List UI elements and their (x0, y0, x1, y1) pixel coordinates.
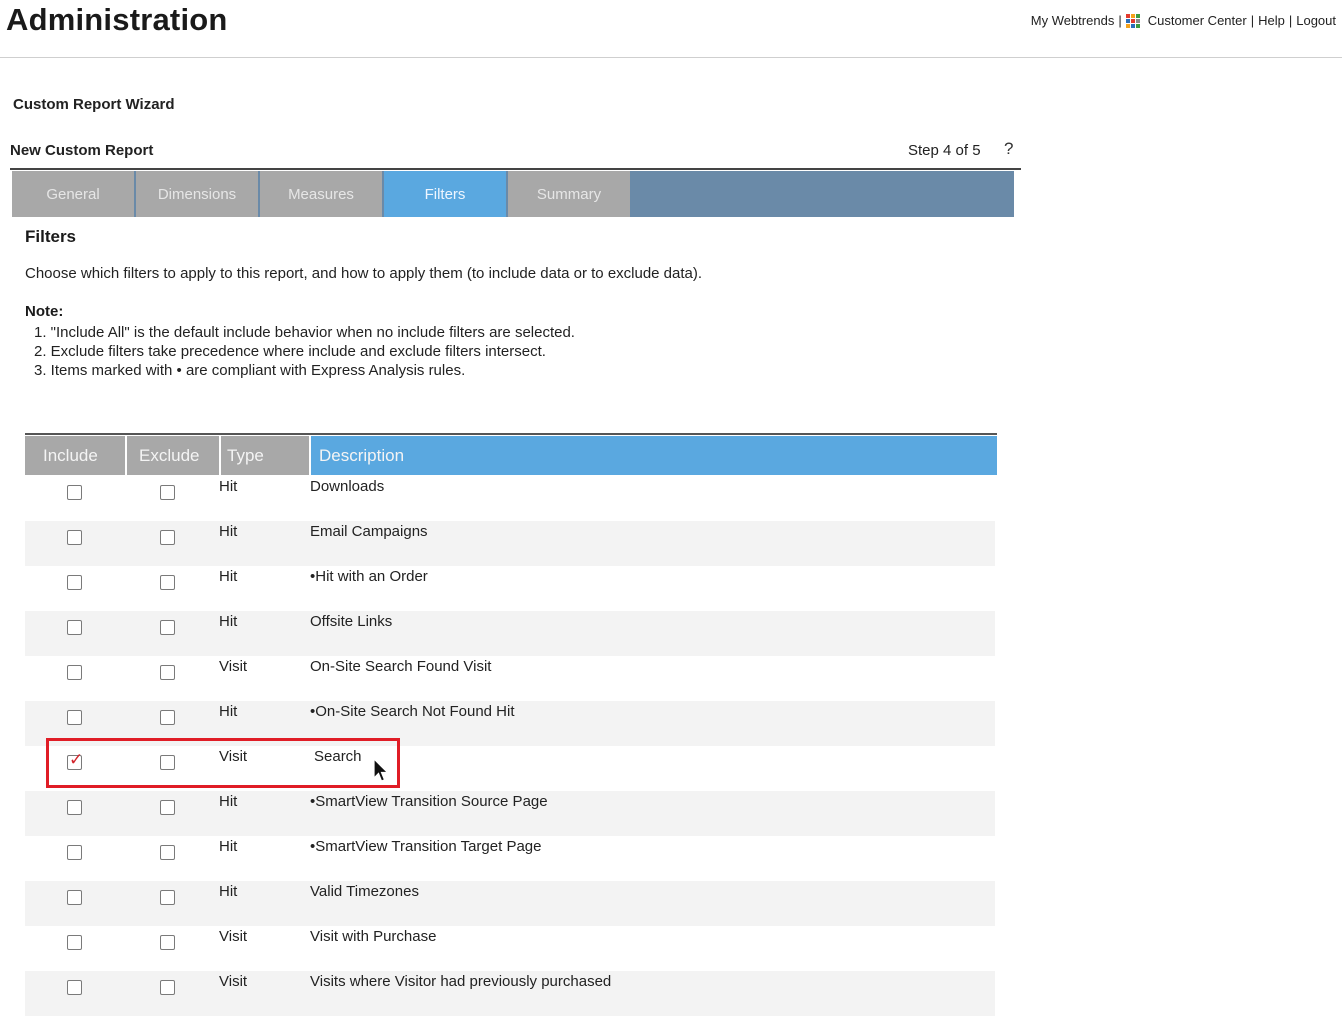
include-checkbox[interactable] (67, 980, 82, 995)
cell-description: •SmartView Transition Source Page (310, 793, 548, 810)
note-item: 3. Items marked with • are compliant wit… (34, 362, 466, 379)
table-row: Hit •SmartView Transition Target Page (25, 836, 995, 881)
app-title: Administration (6, 2, 228, 37)
note-label: Note: (25, 303, 64, 320)
exclude-checkbox[interactable] (160, 665, 175, 680)
step-indicator: Step 4 of 5 (908, 142, 981, 159)
notes-list: 1. "Include All" is the default include … (34, 323, 575, 380)
table-row: Hit Valid Timezones (25, 881, 995, 926)
exclude-checkbox[interactable] (160, 935, 175, 950)
cell-type: Hit (219, 838, 238, 855)
table-top-rule (25, 433, 997, 435)
cell-type: Visit (219, 928, 248, 945)
table-row: Hit •SmartView Transition Source Page (25, 791, 995, 836)
include-checkbox[interactable] (67, 530, 82, 545)
include-checkbox[interactable]: ✓ (67, 751, 83, 770)
cell-type: Hit (219, 613, 238, 630)
include-checkbox[interactable] (67, 800, 82, 815)
table-row: Visit On-Site Search Found Visit (25, 656, 995, 701)
table-row: Visit Visits where Visitor had previously… (25, 971, 995, 1016)
help-icon[interactable]: ? (1004, 139, 1013, 159)
header: Administration My Webtrends | Customer C… (0, 0, 1342, 58)
filter-table-body: Hit Downloads Hit Email Campaigns Hit •Hit wi… (25, 476, 997, 1016)
note-item: 2. Exclude filters take precedence where… (34, 343, 546, 360)
customer-center-grid-icon (1125, 13, 1140, 28)
header-exclude[interactable]: Exclude (127, 436, 219, 475)
cell-description: •SmartView Transition Target Page (310, 838, 542, 855)
cell-type: Hit (219, 523, 238, 540)
tab-summary[interactable]: Summary (508, 171, 630, 217)
exclude-checkbox[interactable] (160, 485, 175, 500)
cell-type: Hit (219, 568, 238, 585)
table-row: Hit Offsite Links (25, 611, 995, 656)
cell-type: Hit (219, 703, 238, 720)
cell-description: Valid Timezones (310, 883, 419, 900)
exclude-checkbox[interactable] (160, 980, 175, 995)
tab-measures[interactable]: Measures (260, 171, 382, 217)
help-link[interactable]: Help (1258, 13, 1285, 28)
include-checkbox[interactable] (67, 575, 82, 590)
exclude-checkbox[interactable] (160, 755, 175, 770)
include-checkbox[interactable] (67, 710, 82, 725)
include-checkbox[interactable] (67, 935, 82, 950)
my-webtrends-link[interactable]: My Webtrends (1031, 13, 1115, 28)
cell-description: Visits where Visitor had previously purc… (310, 973, 612, 990)
include-checkbox[interactable] (67, 890, 82, 905)
cell-type: Visit (219, 748, 248, 765)
cell-type: Hit (219, 883, 238, 900)
logout-link[interactable]: Logout (1296, 13, 1336, 28)
exclude-checkbox[interactable] (160, 800, 175, 815)
table-header: Include Exclude Type Description (25, 436, 997, 475)
table-row: Hit Email Campaigns (25, 521, 995, 566)
cell-description: •On-Site Search Not Found Hit (310, 703, 515, 720)
customer-center-link[interactable]: Customer Center (1148, 13, 1247, 28)
header-type[interactable]: Type (221, 436, 309, 475)
cell-description: Search (314, 748, 362, 765)
cell-type: Visit (219, 658, 248, 675)
cell-description: Downloads (310, 478, 385, 495)
note-item: 1. "Include All" is the default include … (34, 324, 575, 341)
report-title: New Custom Report (10, 142, 154, 159)
tab-filters[interactable]: Filters (384, 171, 506, 217)
checkmark-icon: ✓ (69, 750, 84, 769)
exclude-checkbox[interactable] (160, 530, 175, 545)
table-row: Hit •Hit with an Order (25, 566, 995, 611)
title-divider (10, 168, 1021, 170)
exclude-checkbox[interactable] (160, 890, 175, 905)
include-checkbox[interactable] (67, 485, 82, 500)
cell-type: Visit (219, 973, 248, 990)
header-description[interactable]: Description (311, 436, 997, 475)
table-row: Visit Visit with Purchase (25, 926, 995, 971)
tab-general[interactable]: General (12, 171, 134, 217)
cell-description: Email Campaigns (310, 523, 428, 540)
cell-description: Visit with Purchase (310, 928, 437, 945)
cell-description: •Hit with an Order (310, 568, 428, 585)
header-include[interactable]: Include (25, 436, 125, 475)
tab-dimensions[interactable]: Dimensions (136, 171, 258, 217)
include-checkbox[interactable] (67, 845, 82, 860)
cell-type: Hit (219, 478, 238, 495)
exclude-checkbox[interactable] (160, 620, 175, 635)
intro-text: Choose which filters to apply to this re… (25, 265, 703, 282)
exclude-checkbox[interactable] (160, 710, 175, 725)
exclude-checkbox[interactable] (160, 845, 175, 860)
include-checkbox[interactable] (67, 620, 82, 635)
wizard-title: Custom Report Wizard (13, 96, 175, 113)
section-title: Filters (25, 227, 77, 246)
cell-type: Hit (219, 793, 238, 810)
table-row: Hit •On-Site Search Not Found Hit (25, 701, 995, 746)
exclude-checkbox[interactable] (160, 575, 175, 590)
table-row: Hit Downloads (25, 476, 995, 521)
cell-description: On-Site Search Found Visit (310, 658, 492, 675)
include-checkbox[interactable] (67, 665, 82, 680)
mouse-cursor-icon (373, 758, 389, 782)
wizard-tabs: General Dimensions Measures Filters Summary (12, 171, 1014, 217)
table-row: ✓ Visit Search (25, 746, 995, 791)
top-links: My Webtrends | Customer Center | Help | … (1030, 13, 1336, 28)
cell-description: Offsite Links (310, 613, 393, 630)
